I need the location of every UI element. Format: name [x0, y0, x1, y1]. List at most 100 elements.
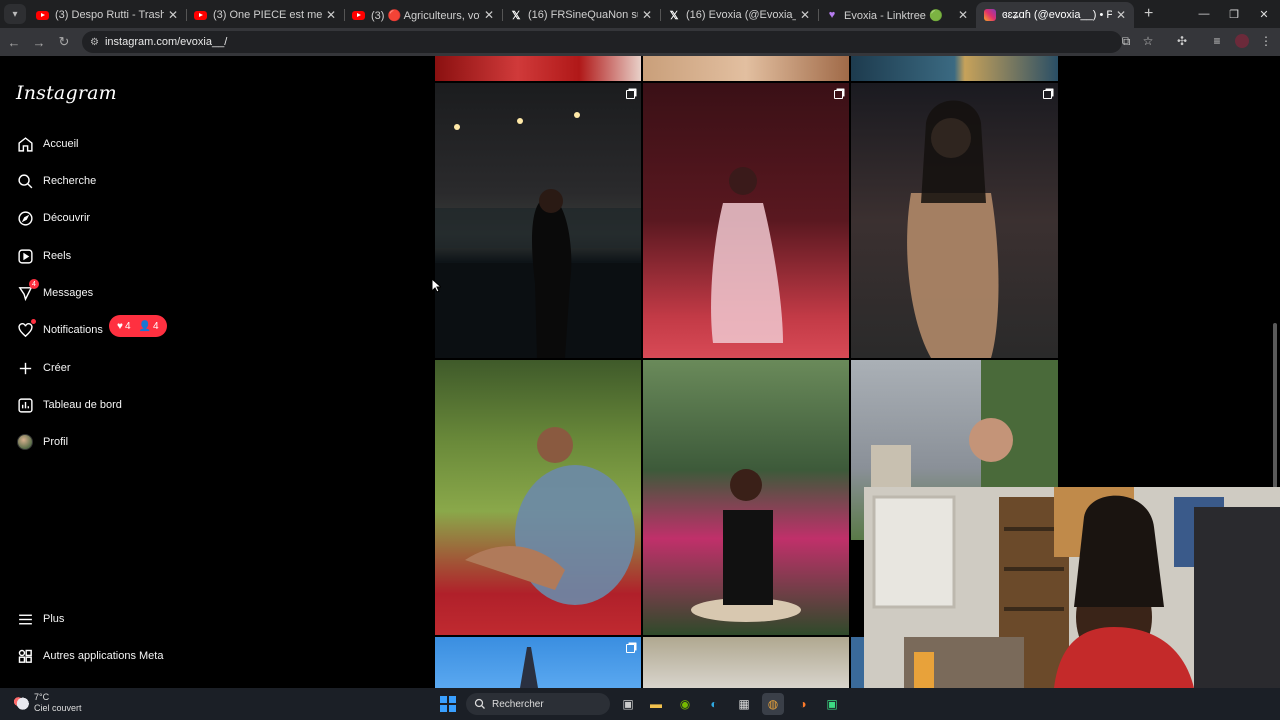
address-bar[interactable]: ⚙ instagram.com/evoxia__/	[82, 31, 1122, 53]
carousel-icon	[626, 90, 635, 99]
youtube-icon	[36, 10, 49, 20]
close-icon[interactable]: ✕	[958, 8, 968, 22]
post-image-picnic	[465, 427, 635, 605]
plus-icon	[16, 359, 34, 377]
instagram-logo[interactable]: Instagram	[16, 82, 117, 104]
tab-evoxia-x[interactable]: 𝕏 (16) Evoxia (@Evoxia_) / X ✕	[660, 2, 818, 28]
sidebar-item-reels[interactable]: Reels	[16, 244, 71, 268]
compass-icon	[16, 209, 34, 227]
post-thumbnail[interactable]	[435, 83, 641, 358]
tab-search-button[interactable]: ▾	[4, 4, 26, 24]
extensions-icon[interactable]: ✣	[1171, 30, 1193, 52]
close-icon[interactable]: ✕	[642, 8, 652, 22]
install-app-icon[interactable]: ⧉	[1115, 30, 1137, 52]
sidebar-item-notifications[interactable]: Notifications	[16, 318, 103, 342]
post-thumbnail[interactable]	[435, 56, 641, 81]
post-thumbnail[interactable]	[435, 360, 641, 635]
tab-instagram[interactable]: ɞɛʑɑɦ (@evoxia__) • Photos et ✕	[976, 2, 1134, 28]
tab-frsinequanon[interactable]: 𝕏 (16) FRSineQuaNon sur X : "@T ✕	[502, 2, 660, 28]
post-image-portrait	[907, 100, 999, 358]
weather-widget[interactable]: 7°C Ciel couvert	[12, 692, 82, 714]
weather-temperature: 7°C	[34, 692, 50, 702]
sidebar-item-label: Créer	[43, 362, 71, 374]
sidebar-item-profile[interactable]: Profil	[16, 430, 68, 454]
sidebar-item-label: Reels	[43, 250, 72, 262]
nvidia-icon[interactable]: ◉	[674, 693, 696, 715]
tab-linktree[interactable]: ♥ Evoxia - Linktree 🟢 ✕	[818, 2, 976, 28]
file-explorer-icon[interactable]: ▬	[645, 693, 667, 715]
browser-toolbar: ← → ↻ ⚙ instagram.com/evoxia__/	[0, 28, 1280, 56]
notifications-activity-popup[interactable]: ♥ 4 👤 4	[109, 315, 167, 337]
sidebar-item-search[interactable]: Recherche	[16, 169, 96, 193]
tab-title: (3) Despo Rutti - Trashhh - You	[55, 9, 164, 21]
search-icon	[16, 172, 34, 190]
home-icon	[16, 135, 34, 153]
post-thumbnail[interactable]	[643, 360, 849, 635]
close-window-button[interactable]: ✕	[1248, 0, 1280, 28]
cloudy-weather-icon	[12, 696, 30, 710]
firefox-icon[interactable]: ◑	[792, 693, 814, 715]
page-scrollbar[interactable]	[1270, 56, 1280, 488]
post-image-night-river	[435, 112, 641, 358]
post-thumbnail[interactable]	[851, 56, 1058, 81]
likes-count-group: ♥ 4	[117, 321, 131, 332]
chrome-menu-icon[interactable]: ⋮	[1255, 30, 1277, 52]
edge-browser-icon[interactable]: ◐	[703, 693, 725, 715]
post-image-red-carpet	[711, 167, 783, 343]
meta-apps-icon	[16, 647, 34, 665]
instagram-icon	[984, 9, 996, 21]
close-icon[interactable]: ✕	[168, 8, 178, 22]
follows-count-group: 👤 4	[139, 321, 159, 332]
tab-one-piece[interactable]: (3) One PIECE est meilleur sans ✕	[186, 2, 344, 28]
close-icon[interactable]: ✕	[484, 8, 494, 22]
sidebar-item-explore[interactable]: Découvrir	[16, 206, 90, 230]
app-icon[interactable]: ▣	[821, 693, 843, 715]
url-text: instagram.com/evoxia__/	[104, 36, 228, 48]
post-thumbnail[interactable]	[435, 637, 641, 688]
sidebar-item-meta-apps[interactable]: Autres applications Meta	[16, 644, 163, 668]
close-icon[interactable]: ✕	[800, 8, 810, 22]
scrollbar-thumb[interactable]	[1273, 323, 1277, 488]
restore-button[interactable]: ❐	[1218, 0, 1250, 28]
messenger-icon: 4	[16, 279, 39, 302]
sidebar-item-label: Découvrir	[43, 212, 91, 224]
sidebar-item-home[interactable]: Accueil	[16, 132, 78, 156]
likes-count: 4	[124, 320, 131, 332]
forward-button[interactable]: →	[27, 30, 51, 54]
profile-icon[interactable]	[1231, 30, 1253, 52]
reload-button[interactable]: ↻	[52, 30, 76, 54]
post-thumbnail[interactable]	[643, 637, 849, 688]
tab-title: Evoxia - Linktree 🟢	[844, 9, 943, 22]
sidebar-item-messages[interactable]: 4 Messages	[16, 279, 93, 305]
post-thumbnail[interactable]	[851, 83, 1058, 358]
taskbar-search[interactable]: Rechercher	[466, 693, 610, 715]
start-button[interactable]	[440, 696, 456, 712]
media-controls-icon[interactable]: ≡	[1206, 30, 1228, 52]
post-thumbnail[interactable]	[643, 56, 849, 81]
youtube-icon	[352, 10, 365, 20]
chrome-icon[interactable]: ◍	[762, 693, 784, 715]
bookmark-star-icon[interactable]: ☆	[1137, 30, 1159, 52]
tab-despo-rutti[interactable]: (3) Despo Rutti - Trashhh - You ✕	[28, 2, 186, 28]
avatar	[17, 434, 33, 450]
notification-dot	[31, 319, 36, 324]
site-info-icon[interactable]: ⚙	[90, 37, 99, 48]
tab-agriculteurs[interactable]: (3) 🔴 Agriculteurs, vote du bu ✕	[344, 2, 502, 28]
sidebar-item-more[interactable]: Plus	[16, 607, 64, 631]
minimize-button[interactable]: —	[1188, 0, 1220, 28]
carousel-icon	[834, 90, 843, 99]
new-tab-button[interactable]: +	[1144, 5, 1153, 23]
sidebar-item-create[interactable]: Créer	[16, 356, 71, 380]
taskbar-search-label: Rechercher	[492, 698, 544, 710]
microsoft-store-icon[interactable]: ▦	[733, 693, 755, 715]
follows-count: 4	[152, 320, 159, 332]
post-thumbnail[interactable]	[643, 83, 849, 358]
post-image-swing	[691, 469, 801, 622]
back-button[interactable]: ←	[2, 30, 26, 54]
close-icon[interactable]: ✕	[1116, 8, 1126, 22]
task-view-icon[interactable]: ▣	[617, 693, 639, 715]
person-icon: 👤	[138, 320, 151, 332]
sidebar-item-dashboard[interactable]: Tableau de bord	[16, 393, 122, 417]
tab-title: (3) 🔴 Agriculteurs, vote du bu	[371, 9, 480, 22]
close-icon[interactable]: ✕	[326, 8, 336, 22]
